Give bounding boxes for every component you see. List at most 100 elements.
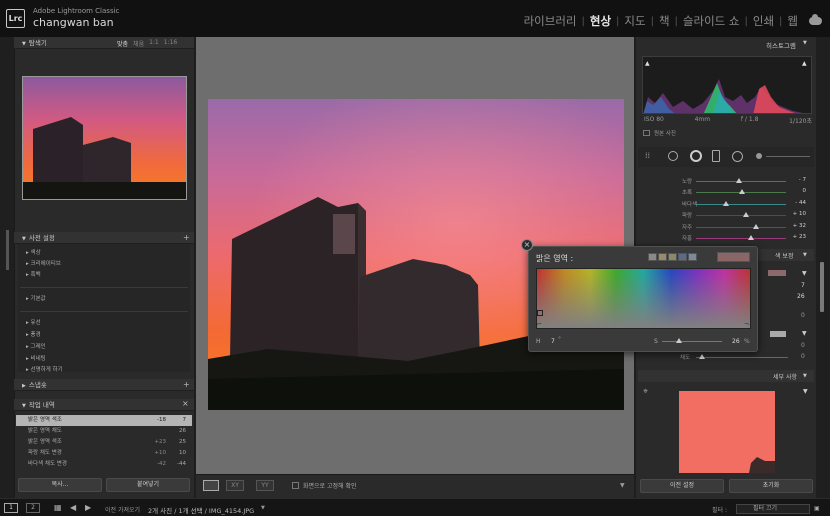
reset-button[interactable]: 초기화 bbox=[729, 479, 813, 493]
target-adjust-icon[interactable]: ⌖ bbox=[643, 387, 648, 397]
red-eye-icon[interactable] bbox=[690, 150, 702, 162]
collapse-triangle-icon[interactable]: ▼ bbox=[802, 270, 807, 277]
shadow-clip-icon[interactable]: ▲ bbox=[645, 60, 650, 67]
zoom-fit[interactable]: 맞춤 bbox=[117, 39, 128, 48]
corner-tick-icon: ¬ bbox=[744, 321, 750, 328]
saturation-track[interactable] bbox=[696, 357, 788, 358]
history-row[interactable]: 밝은 영역 색조 -18 7 bbox=[16, 415, 192, 426]
filter-dropdown[interactable]: 필터 끄기 bbox=[736, 504, 810, 514]
preset-group-vignette[interactable]: ▸ 비네팅 bbox=[26, 354, 46, 362]
add-preset-icon[interactable]: + bbox=[183, 233, 190, 242]
original-photo-checkbox[interactable] bbox=[643, 130, 650, 136]
loupe-lock-checkbox[interactable] bbox=[292, 482, 299, 489]
swatch[interactable] bbox=[668, 253, 677, 261]
color-picker-marker[interactable] bbox=[537, 310, 543, 316]
preset-group-sharpen[interactable]: ▸ 선명하게 하기 bbox=[26, 365, 63, 373]
grid-icon[interactable]: ▦ bbox=[54, 503, 62, 512]
hue-saturation-field[interactable] bbox=[536, 268, 751, 329]
saturation-slider-thumb[interactable] bbox=[676, 338, 682, 343]
module-slideshow[interactable]: 슬라이드 쇼 bbox=[678, 13, 745, 29]
radial-filter-icon[interactable] bbox=[732, 151, 743, 162]
snapshots-header[interactable]: ▶ 스냅숏 bbox=[14, 379, 194, 391]
slider-green[interactable]: 초록 0 bbox=[640, 187, 812, 198]
clear-history-icon[interactable]: × bbox=[182, 399, 189, 408]
filter-label: 필터 : bbox=[712, 507, 727, 514]
right-scroll-handle[interactable] bbox=[820, 262, 824, 312]
copy-button[interactable]: 복사... bbox=[18, 478, 102, 492]
module-print[interactable]: 인쇄 bbox=[748, 13, 779, 29]
zoom-fill[interactable]: 채움 bbox=[133, 39, 144, 48]
histogram-graph[interactable] bbox=[642, 56, 812, 114]
history-row[interactable]: 바다색 채도 변경 -42 -44 bbox=[16, 459, 192, 470]
swatch[interactable] bbox=[688, 253, 697, 261]
preset-group-color[interactable]: ▸ 색상 bbox=[26, 248, 41, 256]
swatch[interactable] bbox=[678, 253, 687, 261]
left-scroll-handle[interactable] bbox=[6, 230, 9, 270]
highlight-clip-icon[interactable]: ▲ bbox=[802, 60, 807, 67]
history-row[interactable]: 파랑 채도 변경 +10 10 bbox=[16, 448, 192, 459]
compare-view-icon[interactable]: XY bbox=[226, 480, 244, 491]
tool-strip bbox=[638, 147, 814, 167]
module-develop[interactable]: 현상 bbox=[585, 13, 616, 29]
hue-value[interactable]: 7 bbox=[551, 338, 555, 345]
window-2-button[interactable]: 2 bbox=[26, 503, 40, 513]
selection-info[interactable]: 2개 사진 / 1개 선택 / IMG_4154.JPG bbox=[148, 505, 254, 515]
chevron-down-icon[interactable]: ▼ bbox=[261, 505, 265, 511]
history-row[interactable]: 밝은 영역 색조 +23 25 bbox=[16, 437, 192, 448]
grading-value-2: 26 bbox=[797, 293, 805, 300]
brush-icon[interactable] bbox=[756, 153, 762, 159]
collapse-triangle-icon[interactable]: ▼ bbox=[803, 388, 808, 395]
forward-arrow-icon[interactable]: ▶ bbox=[85, 503, 91, 512]
presets-header[interactable]: ▼ 사전 설정 bbox=[14, 232, 194, 244]
collapse-triangle-icon[interactable]: ▼ bbox=[803, 373, 807, 379]
module-library[interactable]: 라이브러리 bbox=[519, 13, 582, 29]
saturation-value[interactable]: 26 bbox=[732, 338, 740, 345]
preset-group-creative[interactable]: ▸ 크리에이티브 bbox=[26, 259, 61, 267]
collapse-triangle-icon[interactable]: ▼ bbox=[803, 252, 807, 258]
toolbar-menu-icon[interactable]: ▼ bbox=[620, 482, 625, 489]
zoom-1-1[interactable]: 1:1 bbox=[149, 39, 159, 48]
crop-tool-icon[interactable]: ⁞⁞ bbox=[645, 151, 650, 160]
slider-yellow[interactable]: 노랑 - 7 bbox=[640, 176, 812, 187]
swatch[interactable] bbox=[658, 253, 667, 261]
slider-aqua[interactable]: 바다색 - 44 bbox=[640, 199, 812, 210]
previous-settings-button[interactable]: 이전 설정 bbox=[640, 479, 724, 493]
window-1-button[interactable]: 1 bbox=[4, 503, 18, 513]
before-after-icon[interactable]: YY bbox=[256, 480, 274, 491]
module-book[interactable]: 책 bbox=[654, 13, 675, 29]
collapse-triangle-icon[interactable]: ▼ bbox=[802, 330, 807, 337]
zoom-1-16[interactable]: 1:16 bbox=[164, 39, 177, 48]
history-row[interactable]: 밝은 영역 채도 26 bbox=[16, 426, 192, 437]
paste-button[interactable]: 붙여넣기 bbox=[106, 478, 190, 492]
swatch[interactable] bbox=[648, 253, 657, 261]
preset-group-default[interactable]: ▸ 기본값 bbox=[26, 294, 46, 302]
brush-size-track[interactable] bbox=[766, 156, 810, 157]
detail-preview[interactable] bbox=[679, 391, 775, 473]
slider-magenta[interactable]: 자홍 + 23 bbox=[640, 233, 812, 244]
saturation-slider-track[interactable] bbox=[662, 341, 722, 342]
saturation-thumb[interactable] bbox=[699, 354, 705, 359]
preset-group-bw[interactable]: ▸ 흑백 bbox=[26, 270, 41, 278]
navigator-thumbnail[interactable] bbox=[22, 76, 187, 200]
preset-group-landscape[interactable]: ▸ 풍경 bbox=[26, 330, 41, 338]
back-arrow-icon[interactable]: ◀ bbox=[70, 503, 76, 512]
history-header[interactable]: ▼ 작업 내역 bbox=[14, 399, 194, 411]
preset-group-1[interactable]: ▸ 유선 bbox=[26, 318, 41, 326]
slider-purple[interactable]: 자주 + 32 bbox=[640, 222, 812, 233]
cloud-icon[interactable] bbox=[809, 14, 822, 25]
histogram-curves bbox=[643, 79, 803, 113]
module-web[interactable]: 웹 bbox=[782, 13, 803, 29]
collapse-triangle-icon[interactable]: ▼ bbox=[803, 40, 807, 46]
previous-import-label[interactable]: 이전 가져오기 bbox=[105, 505, 140, 514]
highlights-swatch[interactable] bbox=[768, 270, 786, 276]
filter-lock-icon[interactable]: ▣ bbox=[814, 505, 820, 512]
graduated-filter-icon[interactable] bbox=[712, 150, 720, 162]
spot-removal-icon[interactable] bbox=[668, 151, 678, 161]
preset-group-grain[interactable]: ▸ 그레인 bbox=[26, 342, 46, 350]
close-icon[interactable]: × bbox=[521, 239, 533, 251]
loupe-view-icon[interactable] bbox=[203, 480, 219, 491]
slider-blue[interactable]: 파랑 + 10 bbox=[640, 210, 812, 221]
add-snapshot-icon[interactable]: + bbox=[183, 380, 190, 389]
module-map[interactable]: 지도 bbox=[619, 13, 650, 29]
shadows-swatch[interactable] bbox=[770, 331, 786, 337]
